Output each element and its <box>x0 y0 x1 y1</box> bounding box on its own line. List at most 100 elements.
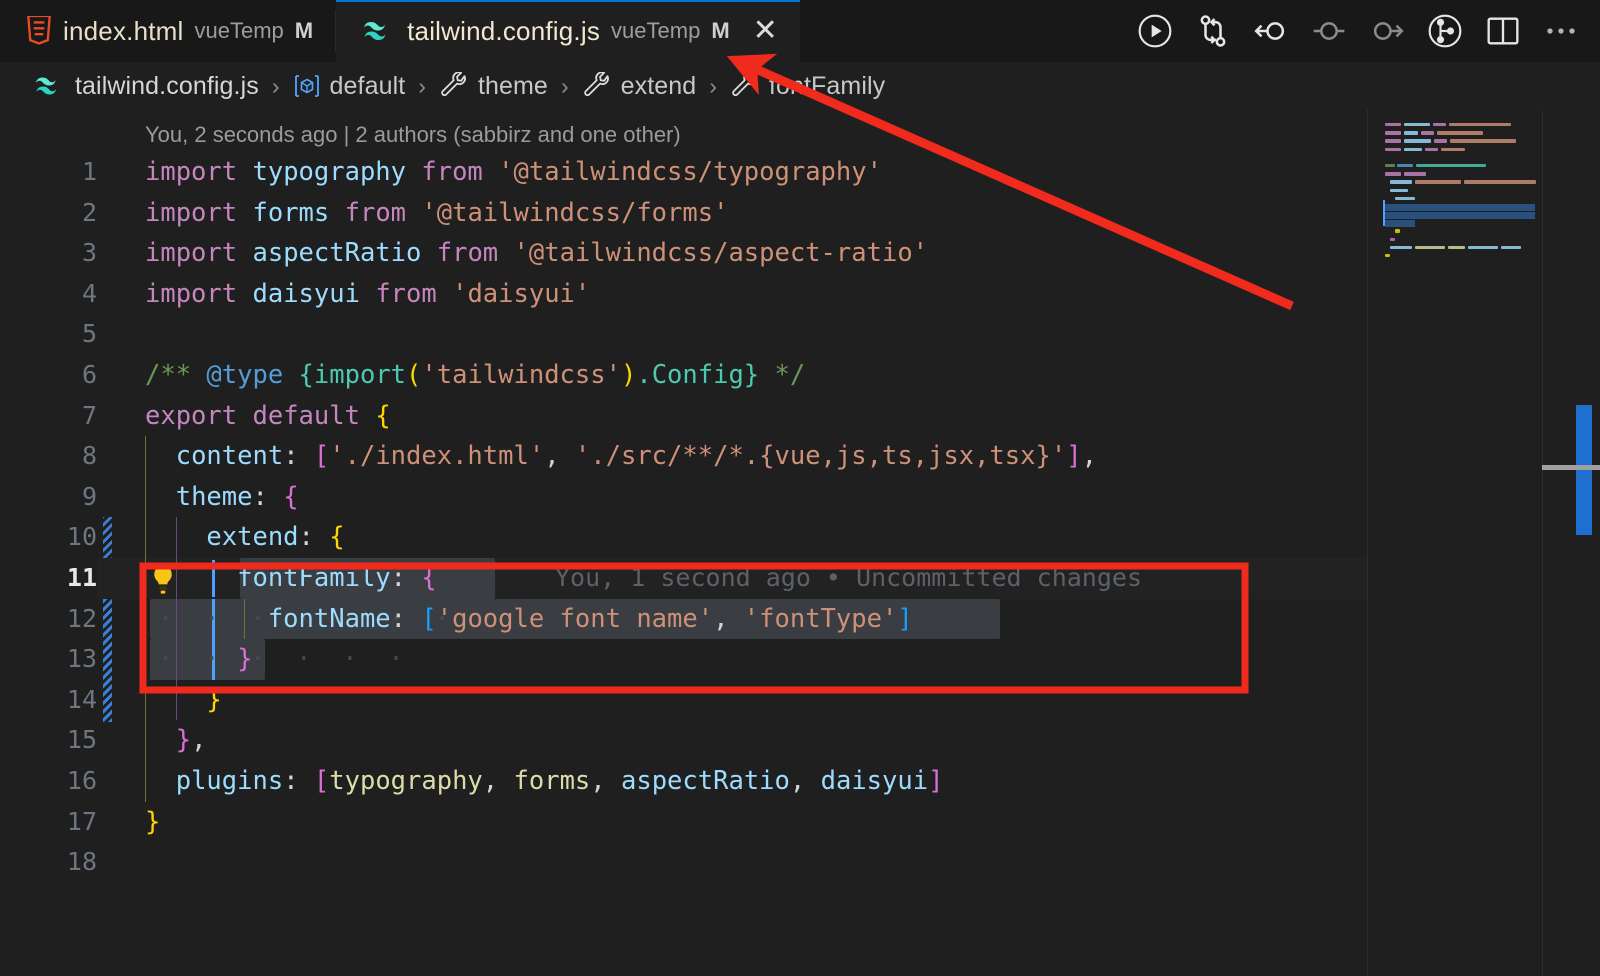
editor-tab-bar: index.html vueTemp M tailwind.config.js … <box>0 0 1600 62</box>
line-number: 18 <box>66 847 97 877</box>
git-graph-button[interactable] <box>1416 5 1474 57</box>
tab-index-html[interactable]: index.html vueTemp M <box>0 0 336 62</box>
minimap[interactable] <box>1367 110 1542 976</box>
line-number: 6 <box>81 360 97 389</box>
line-number: 12 <box>66 603 97 633</box>
overview-ruler[interactable] <box>1542 110 1600 976</box>
breadcrumb-item-theme[interactable]: theme <box>439 72 548 101</box>
minimap-line <box>1385 171 1542 177</box>
code-line[interactable]: 9 theme: { <box>0 476 1600 518</box>
code-line[interactable]: 11 fontFamily: { You, 1 second ago • Unc… <box>0 558 1600 599</box>
line-number: 5 <box>81 319 97 349</box>
tailwind-icon <box>362 19 396 43</box>
minimap-line <box>1385 203 1542 211</box>
line-number: 16 <box>66 766 97 795</box>
code-line[interactable]: 4 import daisyui from 'daisyui' <box>0 274 1600 315</box>
breadcrumb-separator: › <box>709 72 717 99</box>
module-icon <box>293 73 321 99</box>
code-line[interactable]: 16 plugins: [typography, forms, aspectRa… <box>0 761 1600 802</box>
line-content: } <box>145 806 161 837</box>
code-line[interactable]: 5 <box>0 314 1600 355</box>
code-line[interactable]: 2 import forms from '@tailwindcss/forms' <box>0 193 1600 234</box>
code-line[interactable]: 3 import aspectRatio from '@tailwindcss/… <box>0 233 1600 274</box>
code-line[interactable]: 13 · · · · · · } <box>0 639 1600 680</box>
vscode-window: index.html vueTemp M tailwind.config.js … <box>0 0 1600 976</box>
line-content: fontName: ['google font name', 'fontType… <box>267 603 913 634</box>
wrench-icon <box>582 72 612 100</box>
breadcrumb-item-file[interactable]: tailwind.config.js <box>34 72 259 101</box>
step-over-button[interactable] <box>1300 5 1358 57</box>
line-content: import forms from '@tailwindcss/forms' <box>145 197 729 228</box>
wrench-icon <box>439 72 469 100</box>
tab-filename: index.html <box>63 15 184 46</box>
line-content: export default { <box>145 400 391 431</box>
code-line[interactable]: 1 import typography from '@tailwindcss/t… <box>0 152 1600 193</box>
code-line[interactable]: 6 /** @type {import('tailwindcss').Confi… <box>0 355 1600 396</box>
minimap-line <box>1385 179 1542 185</box>
line-number: 8 <box>81 441 97 471</box>
tab-filename: tailwind.config.js <box>407 15 601 46</box>
source-control-button[interactable] <box>1184 5 1242 57</box>
breadcrumb-item-default[interactable]: default <box>293 72 406 101</box>
html5-icon <box>26 16 52 46</box>
overview-change-mark <box>1576 405 1592 535</box>
line-number: 4 <box>81 278 97 308</box>
minimap-line <box>1385 147 1542 153</box>
line-content: } <box>206 684 222 715</box>
line-number: 9 <box>81 481 97 511</box>
line-content: content: ['./index.html', './src/**/*.{v… <box>175 441 1097 472</box>
line-number: 10 <box>66 522 97 552</box>
breadcrumb: tailwind.config.js › default › theme › e… <box>0 62 1600 110</box>
minimap-line <box>1385 220 1542 228</box>
tab-tailwind-config-js[interactable]: tailwind.config.js vueTemp M ✕ <box>336 0 800 62</box>
minimap-line <box>1385 237 1542 243</box>
minimap-edge <box>1367 110 1368 976</box>
tab-dirty-badge: M <box>711 18 730 43</box>
line-number: 15 <box>66 725 97 755</box>
code-editor[interactable]: You, 2 seconds ago | 2 authors (sabbirz … <box>0 110 1600 976</box>
code-line[interactable]: 14 } <box>0 679 1600 721</box>
git-blame-header: You, 2 seconds ago | 2 authors (sabbirz … <box>145 122 681 147</box>
code-line[interactable]: 7 export default { <box>0 396 1600 437</box>
minimap-line <box>1385 155 1542 161</box>
line-number: 14 <box>66 684 97 714</box>
code-line[interactable]: 18 <box>0 842 1600 883</box>
code-line[interactable]: 8 content: ['./index.html', './src/**/*.… <box>0 436 1600 477</box>
minimap-line <box>1385 253 1542 259</box>
more-actions-button[interactable] <box>1532 5 1590 57</box>
line-content: extend: { <box>206 522 345 553</box>
run-code-button[interactable] <box>1126 5 1184 57</box>
step-back-button[interactable] <box>1242 5 1300 57</box>
editor-action-toolbar <box>1126 0 1590 62</box>
minimap-line <box>1385 245 1542 251</box>
code-lines[interactable]: 1 import typography from '@tailwindcss/t… <box>0 152 1600 976</box>
minimap-line <box>1385 228 1542 234</box>
minimap-content <box>1383 122 1542 261</box>
breadcrumb-label: tailwind.config.js <box>75 71 259 100</box>
line-content: import daisyui from 'daisyui' <box>145 278 591 309</box>
code-line[interactable]: 17 } <box>0 802 1600 843</box>
minimap-line <box>1385 188 1542 194</box>
line-number: 17 <box>66 806 97 836</box>
minimap-line <box>1385 212 1542 220</box>
line-number: 3 <box>81 238 97 268</box>
breadcrumb-separator: › <box>418 72 426 99</box>
line-content: fontFamily: { <box>237 563 437 593</box>
overview-cursor-mark <box>1542 465 1600 470</box>
line-content: theme: { <box>175 481 299 512</box>
breadcrumb-label: extend <box>620 71 697 100</box>
split-editor-button[interactable] <box>1474 5 1532 57</box>
line-content: } <box>237 644 253 675</box>
step-forward-button[interactable] <box>1358 5 1416 57</box>
tab-close-icon[interactable]: ✕ <box>753 16 778 46</box>
code-line[interactable]: 10 extend: { <box>0 517 1600 558</box>
breadcrumb-label: default <box>329 71 406 100</box>
code-line[interactable]: 15 }, <box>0 720 1600 761</box>
line-content: /** @type {import('tailwindcss').Config}… <box>145 360 806 390</box>
line-content: import typography from '@tailwindcss/typ… <box>145 157 882 187</box>
line-content: }, <box>175 725 207 756</box>
line-number: 11 <box>66 563 97 592</box>
code-line[interactable]: 12 · · · · · · · · fontName: ['google fo… <box>0 598 1600 640</box>
breadcrumb-item-fontfamily[interactable]: fontFamily <box>730 72 885 101</box>
breadcrumb-item-extend[interactable]: extend <box>582 72 697 101</box>
